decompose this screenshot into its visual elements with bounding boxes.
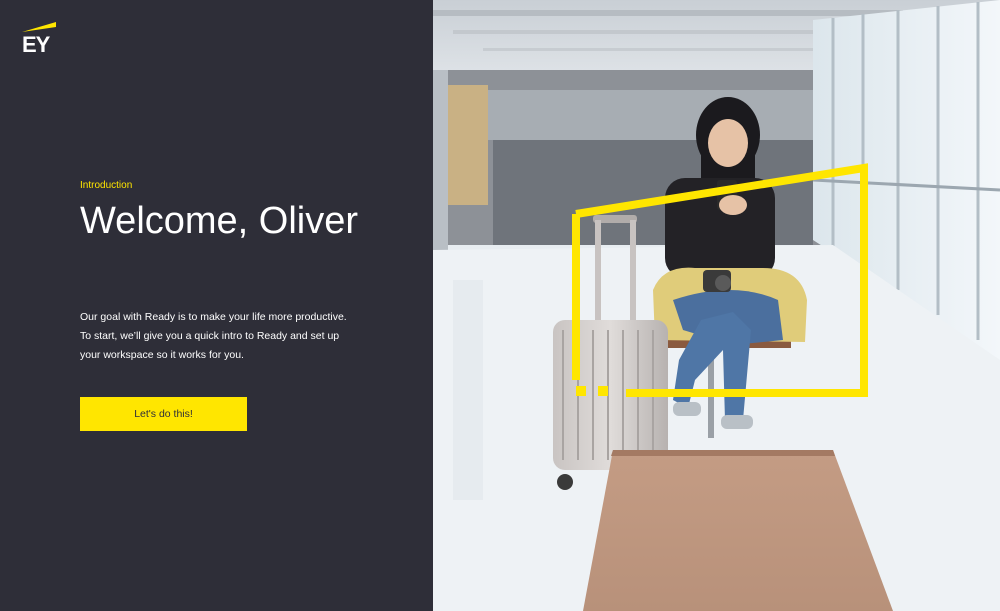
intro-line: To start, we’ll give you a quick intro t… <box>80 330 340 342</box>
logo-text: EY <box>22 32 50 57</box>
intro-description: Our goal with Ready is to make your life… <box>80 308 370 365</box>
section-label: Introduction <box>80 180 133 191</box>
hero-image <box>433 0 1000 611</box>
get-started-button[interactable]: Let's do this! <box>80 397 247 431</box>
intro-panel: EY Introduction Welcome, Oliver Our goal… <box>0 0 433 611</box>
ey-logo: EY <box>20 20 60 60</box>
page-title: Welcome, Oliver <box>80 200 359 242</box>
intro-line: your workspace so it works for you. <box>80 349 244 361</box>
intro-line: Our goal with Ready is to make your life… <box>80 311 347 323</box>
